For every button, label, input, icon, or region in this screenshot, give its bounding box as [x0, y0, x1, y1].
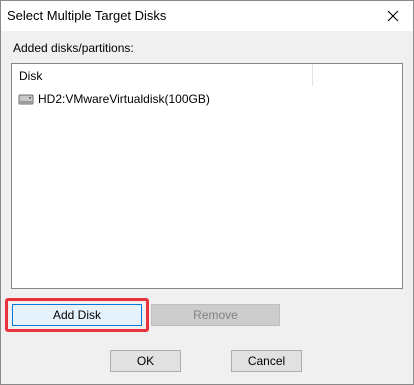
added-disks-list[interactable]: Disk HD2:VMwareVirtualdisk(100GB) [11, 63, 403, 289]
close-button[interactable] [373, 1, 413, 31]
list-item[interactable]: HD2:VMwareVirtualdisk(100GB) [18, 90, 210, 108]
close-icon [387, 10, 399, 22]
title-bar: Select Multiple Target Disks [1, 1, 413, 31]
add-disk-button[interactable]: Add Disk [12, 304, 142, 326]
ok-button[interactable]: OK [110, 350, 181, 372]
cancel-button[interactable]: Cancel [231, 350, 302, 372]
disk-item-label: HD2:VMwareVirtualdisk(100GB) [38, 92, 210, 106]
added-disks-label: Added disks/partitions: [13, 41, 134, 55]
remove-button[interactable]: Remove [151, 304, 280, 326]
hard-disk-icon [18, 94, 34, 105]
dialog-title: Select Multiple Target Disks [7, 8, 167, 23]
select-target-disks-dialog: Select Multiple Target Disks Added disks… [0, 0, 414, 385]
column-header-label: Disk [19, 69, 43, 83]
column-header-disk[interactable]: Disk [12, 64, 313, 86]
